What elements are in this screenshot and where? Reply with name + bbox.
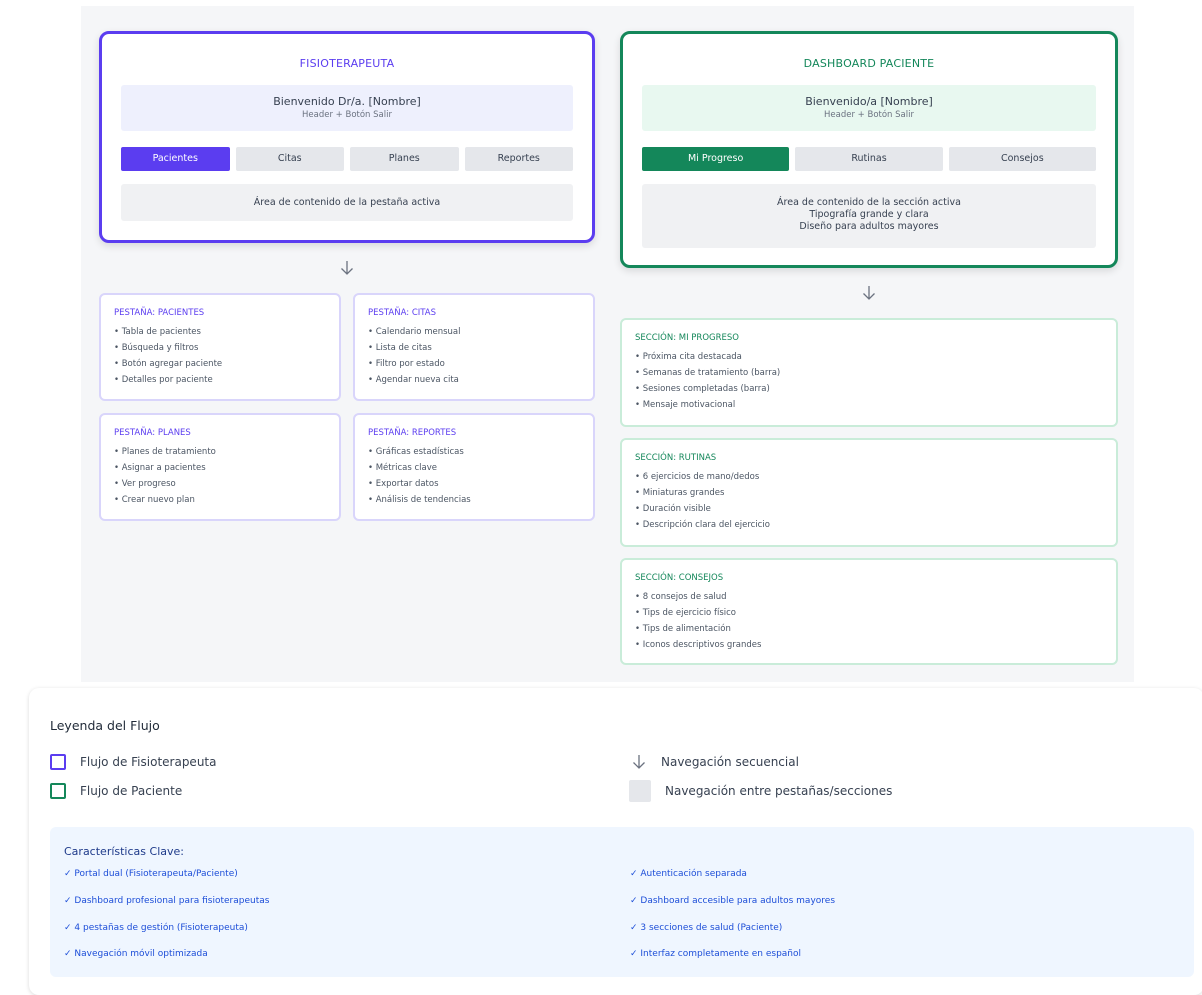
list-item: • 8 consejos de salud (635, 592, 727, 602)
list-item: • Búsqueda y filtros (114, 343, 199, 353)
arrow-down-icon (341, 261, 353, 275)
feature-item: ✓ Dashboard profesional para fisioterape… (64, 896, 270, 906)
patient-content-line: Área de contenido de la sección activa (777, 197, 961, 208)
list-item: • Duración visible (635, 504, 711, 514)
list-item: • Análisis de tendencias (368, 495, 471, 505)
legend-item-physio: Flujo de Fisioterapeuta (50, 754, 216, 770)
legend-panel: Leyenda del Flujo Flujo de Fisioterapeut… (29, 688, 1202, 995)
feature-item: ✓ Interfaz completamente en español (630, 949, 802, 959)
physio-header-block: Bienvenido Dr/a. [Nombre] Header + Botón… (121, 85, 573, 131)
list-item: • Tips de alimentación (635, 624, 731, 634)
card-title: PESTAÑA: CITAS (368, 308, 437, 318)
list-item: • Sesiones completadas (barra) (635, 384, 770, 394)
card-seccion-mi-progreso: SECCIÓN: MI PROGRESO • Próxima cita dest… (620, 318, 1118, 427)
card-seccion-consejos: SECCIÓN: CONSEJOS • 8 consejos de salud … (620, 558, 1118, 665)
list-item: • Crear nuevo plan (114, 495, 195, 505)
list-item: • Próxima cita destacada (635, 352, 742, 362)
feature-item: ✓ 4 pestañas de gestión (Fisioterapeuta) (64, 923, 248, 933)
patient-header-greeting: Bienvenido/a [Nombre] (805, 95, 933, 108)
card-title: PESTAÑA: REPORTES (368, 428, 457, 438)
card-title: SECCIÓN: CONSEJOS (635, 573, 724, 583)
physio-header-greeting: Bienvenido Dr/a. [Nombre] (273, 95, 421, 108)
physio-swatch-icon (50, 754, 66, 770)
feature-item: ✓ Portal dual (Fisioterapeuta/Paciente) (64, 869, 238, 879)
patient-content-line: Tipografía grande y clara (809, 209, 929, 220)
physio-title: FISIOTERAPEUTA (299, 57, 395, 70)
list-item: • Filtro por estado (368, 359, 445, 369)
legend-item-tabs: Navegación entre pestañas/secciones (629, 780, 892, 802)
arrow-down-icon (633, 755, 645, 769)
list-item: • Botón agregar paciente (114, 359, 223, 369)
tab-swatch-icon (629, 780, 651, 802)
tab-rutinas[interactable]: Rutinas (795, 147, 943, 171)
list-item: • Tips de ejercicio físico (635, 608, 736, 618)
patient-swatch-icon (50, 783, 66, 799)
tab-pacientes[interactable]: Pacientes (121, 147, 230, 171)
patient-content-line: Diseño para adultos mayores (799, 221, 939, 232)
list-item: • Planes de tratamiento (114, 447, 216, 457)
list-item: • Semanas de tratamiento (barra) (635, 368, 781, 378)
patient-header-block: Bienvenido/a [Nombre] Header + Botón Sal… (642, 85, 1096, 131)
tab-citas[interactable]: Citas (235, 147, 344, 171)
list-item: • Mensaje motivacional (635, 400, 736, 410)
list-item: • Detalles por paciente (114, 375, 213, 385)
physio-tabs: Pacientes Citas Planes Reportes (121, 147, 573, 171)
key-features-box: Características Clave: ✓ Portal dual (Fi… (50, 827, 1194, 977)
legend-label: Navegación secuencial (661, 755, 799, 769)
feature-item: ✓ Autenticación separada (630, 869, 747, 879)
card-seccion-rutinas: SECCIÓN: RUTINAS • 6 ejercicios de mano/… (620, 438, 1118, 547)
list-item: • Miniaturas grandes (635, 488, 725, 498)
legend-label: Navegación entre pestañas/secciones (665, 784, 893, 798)
patient-tabs: Mi Progreso Rutinas Consejos (642, 147, 1096, 171)
card-title: SECCIÓN: MI PROGRESO (635, 333, 739, 343)
list-item: • Ver progreso (114, 479, 176, 489)
patient-header-note: Header + Botón Salir (824, 110, 914, 120)
card-pestana-citas: PESTAÑA: CITAS • Calendario mensual • Li… (353, 293, 595, 401)
physio-content-area: Área de contenido de la pestaña activa (121, 184, 573, 221)
legend-label: Flujo de Paciente (80, 784, 183, 798)
list-item: • Lista de citas (368, 343, 432, 353)
feature-item: ✓ Navegación móvil optimizada (64, 949, 208, 959)
legend-item-sequential: Navegación secuencial (631, 754, 799, 770)
list-item: • Descripción clara del ejercicio (635, 520, 770, 530)
tab-mi-progreso[interactable]: Mi Progreso (642, 147, 790, 171)
list-item: • 6 ejercicios de mano/dedos (635, 472, 760, 482)
tab-reportes[interactable]: Reportes (464, 147, 573, 171)
legend-label: Flujo de Fisioterapeuta (80, 755, 217, 769)
list-item: • Agendar nueva cita (368, 375, 459, 385)
list-item: • Iconos descriptivos grandes (635, 640, 762, 650)
card-pestana-planes: PESTAÑA: PLANES • Planes de tratamiento … (99, 413, 341, 521)
key-features-title: Características Clave: (64, 845, 184, 858)
feature-item: ✓ 3 secciones de salud (Paciente) (630, 923, 783, 933)
tab-planes[interactable]: Planes (350, 147, 459, 171)
list-item: • Asignar a pacientes (114, 463, 206, 473)
physio-header-note: Header + Botón Salir (302, 110, 392, 120)
arrow-down-icon (863, 286, 875, 300)
card-title: PESTAÑA: PLANES (114, 428, 191, 438)
list-item: • Gráficas estadísticas (368, 447, 464, 457)
list-item: • Métricas clave (368, 463, 437, 473)
card-title: SECCIÓN: RUTINAS (635, 453, 717, 463)
patient-content-area: Área de contenido de la sección activa T… (642, 184, 1096, 248)
card-title: PESTAÑA: PACIENTES (114, 308, 205, 318)
legend-item-patient: Flujo de Paciente (50, 783, 182, 799)
card-pestana-pacientes: PESTAÑA: PACIENTES • Tabla de pacientes … (99, 293, 341, 401)
patient-flow-frame: DASHBOARD PACIENTE Bienvenido/a [Nombre]… (620, 31, 1118, 268)
list-item: • Exportar datos (368, 479, 439, 489)
tab-consejos[interactable]: Consejos (948, 147, 1096, 171)
physio-flow-frame: FISIOTERAPEUTA Bienvenido Dr/a. [Nombre]… (99, 31, 595, 243)
list-item: • Tabla de pacientes (114, 327, 201, 337)
patient-title: DASHBOARD PACIENTE (803, 57, 935, 70)
list-item: • Calendario mensual (368, 327, 461, 337)
feature-item: ✓ Dashboard accesible para adultos mayor… (630, 896, 836, 906)
card-pestana-reportes: PESTAÑA: REPORTES • Gráficas estadística… (353, 413, 595, 521)
legend-title: Leyenda del Flujo (50, 718, 160, 733)
